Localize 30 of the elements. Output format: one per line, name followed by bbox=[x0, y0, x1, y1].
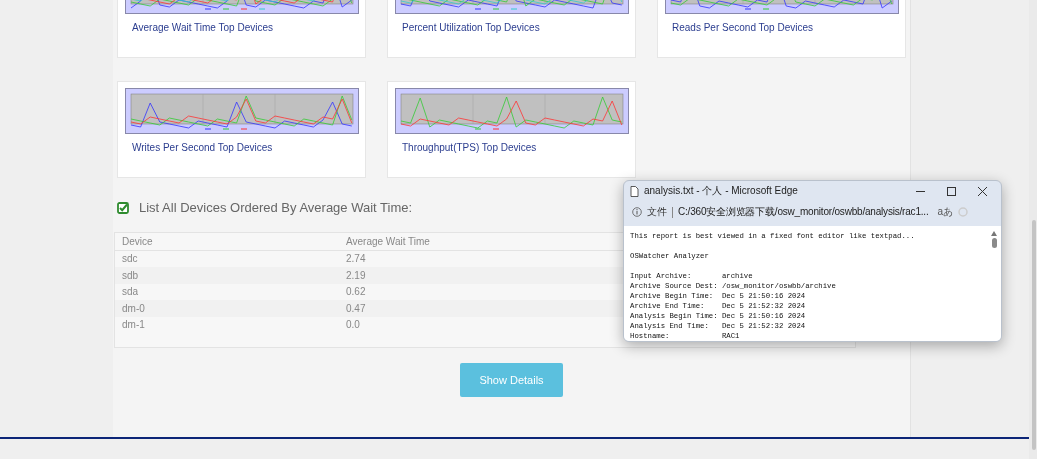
window-title: analysis.txt - 个人 - Microsoft Edge bbox=[644, 184, 798, 198]
table-cell: sda bbox=[122, 286, 139, 298]
column-header: Average Wait Time bbox=[346, 235, 430, 247]
scroll-thumb[interactable] bbox=[991, 238, 997, 248]
table-cell: sdb bbox=[122, 269, 139, 281]
maximize-icon bbox=[946, 186, 956, 196]
table-cell: 0.47 bbox=[346, 302, 366, 314]
check-square-icon bbox=[117, 201, 129, 214]
table-cell: 2.74 bbox=[346, 253, 366, 265]
report-link[interactable]: Throughput(TPS) Top Devices bbox=[395, 134, 628, 153]
table-cell: 0.62 bbox=[346, 286, 366, 298]
address-field[interactable]: C:/360安全浏览器下载/osw_monitor/oswbb/analysis/rac1... bbox=[678, 205, 929, 219]
close-icon bbox=[977, 186, 987, 196]
section-heading: List All Devices Ordered By Average Wait Time: bbox=[139, 200, 413, 215]
table-cell: dm-0 bbox=[122, 302, 145, 314]
table-cell: sdc bbox=[122, 253, 138, 265]
scroll-up-icon[interactable] bbox=[991, 231, 997, 236]
address-label: 文件 bbox=[647, 205, 667, 219]
table-cell: dm-1 bbox=[122, 319, 145, 331]
column-header: Device bbox=[122, 235, 153, 247]
page-scrollbar[interactable] bbox=[1029, 0, 1037, 459]
report-link[interactable]: Average Wait Time Top Devices bbox=[125, 14, 358, 33]
document-icon bbox=[630, 185, 639, 197]
report-link[interactable]: Writes Per Second Top Devices bbox=[125, 134, 358, 153]
table-cell: 2.19 bbox=[346, 269, 366, 281]
read-aloud-button[interactable]: aあ bbox=[937, 205, 954, 219]
report-link[interactable]: Reads Per Second Top Devices bbox=[665, 14, 898, 33]
report-link[interactable]: Percent Utilization Top Devices bbox=[395, 14, 628, 33]
table-cell: 0.0 bbox=[346, 319, 360, 331]
info-icon bbox=[632, 207, 642, 217]
